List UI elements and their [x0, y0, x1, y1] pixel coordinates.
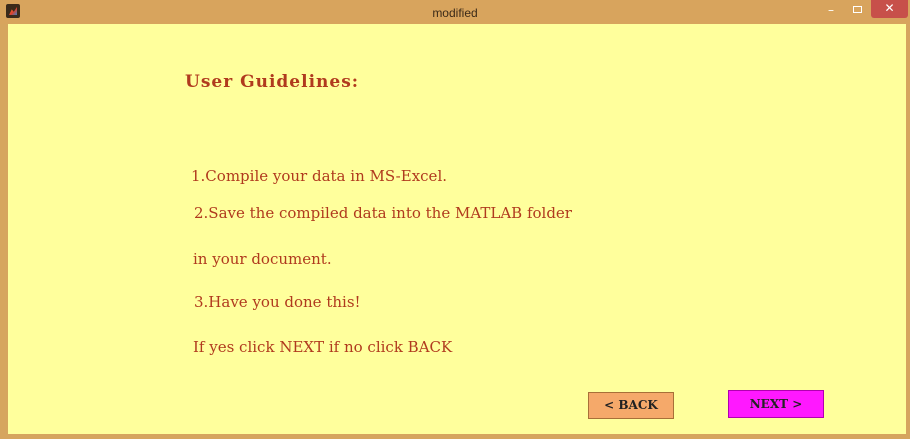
- guideline-step-2-continued: in your document.: [193, 250, 332, 268]
- page-title: User Guidelines:: [185, 72, 360, 92]
- window-title: modified: [432, 6, 478, 20]
- next-button[interactable]: NEXT >: [728, 390, 824, 418]
- close-icon: ✕: [884, 1, 895, 15]
- maximize-icon: [853, 6, 862, 13]
- maximize-button[interactable]: [846, 2, 868, 18]
- guideline-step-3: 3.Have you done this!: [194, 293, 361, 311]
- back-button[interactable]: < BACK: [588, 392, 674, 419]
- guideline-step-1: 1.Compile your data in MS-Excel.: [191, 167, 448, 185]
- close-button[interactable]: ✕: [871, 0, 908, 18]
- title-bar[interactable]: modified – ✕: [0, 0, 910, 24]
- app-window: modified – ✕ User Guidelines: 1.Compile …: [0, 0, 910, 439]
- guideline-step-2: 2.Save the compiled data into the MATLAB…: [194, 204, 572, 222]
- guidelines-panel: User Guidelines: 1.Compile your data in …: [8, 24, 906, 434]
- guideline-instruction: If yes click NEXT if no click BACK: [193, 338, 453, 356]
- minimize-button[interactable]: –: [820, 2, 842, 18]
- minimize-icon: –: [828, 3, 834, 17]
